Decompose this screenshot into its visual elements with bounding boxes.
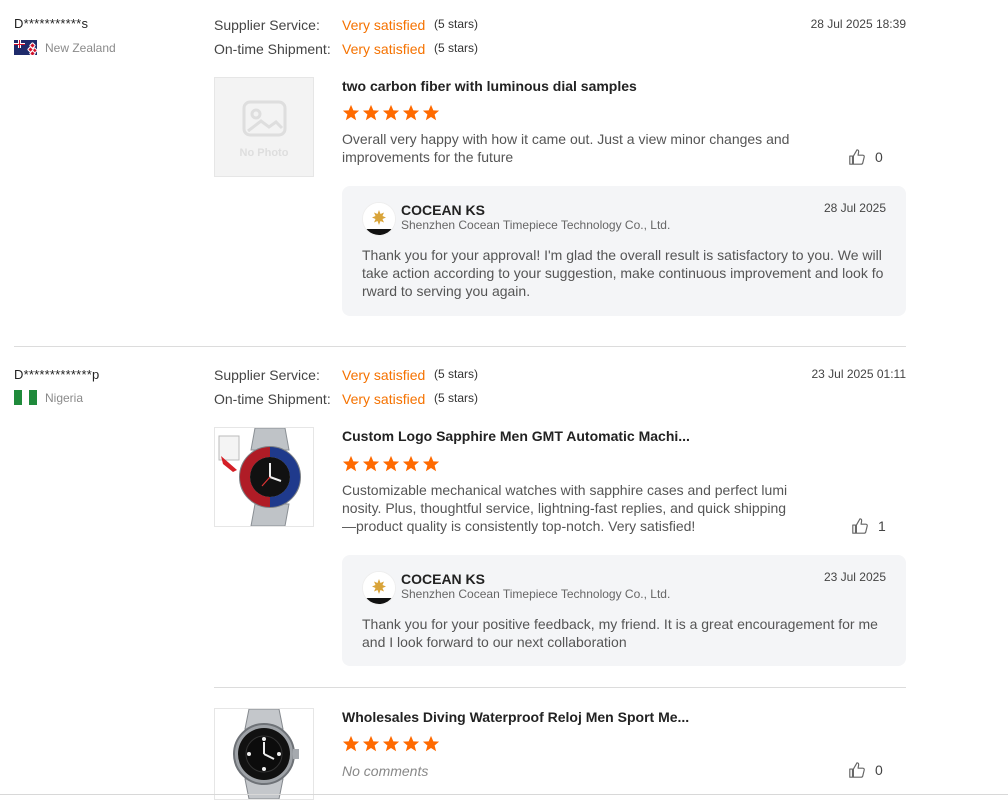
star-icon xyxy=(362,104,380,121)
star-icon xyxy=(382,104,400,121)
star-icon xyxy=(362,455,380,472)
ontime-shipment-rating: On-time Shipment: Very satisfied (5 star… xyxy=(214,41,478,57)
supplier-reply: COCEAN KS Shenzhen Cocean Timepiece Tech… xyxy=(342,186,906,316)
no-photo-text: No Photo xyxy=(240,147,289,159)
star-rating xyxy=(342,455,440,473)
star-icon xyxy=(422,455,440,472)
gmt-watch-product-image xyxy=(215,428,313,526)
reply-text: Thank you for your approval! I'm glad th… xyxy=(362,247,884,299)
thumbs-up-icon xyxy=(852,518,868,534)
reviewer-country: New Zealand xyxy=(14,40,116,55)
star-icon xyxy=(402,455,420,472)
ontime-shipment-label: On-time Shipment: xyxy=(214,41,331,57)
reviewer-country: Nigeria xyxy=(14,390,83,405)
no-photo-placeholder-icon: No Photo xyxy=(215,78,313,176)
supplier-name[interactable]: COCEAN KS xyxy=(401,571,485,587)
star-icon xyxy=(382,455,400,472)
star-icon xyxy=(422,735,440,752)
like-count: 1 xyxy=(878,518,886,534)
supplier-company: Shenzhen Cocean Timepiece Technology Co.… xyxy=(401,218,671,232)
thumbs-up-icon xyxy=(849,762,865,778)
ontime-shipment-stars: (5 stars) xyxy=(434,41,479,55)
country-label: Nigeria xyxy=(45,390,84,405)
supplier-service-value: Very satisfied xyxy=(342,17,426,33)
star-icon xyxy=(422,104,440,121)
star-icon xyxy=(362,735,380,752)
ontime-shipment-rating: On-time Shipment: Very satisfied (5 star… xyxy=(214,391,478,407)
nigeria-flag-icon xyxy=(14,390,37,405)
ontime-shipment-label: On-time Shipment: xyxy=(214,391,331,407)
supplier-logo xyxy=(362,202,396,236)
supplier-logo xyxy=(362,571,396,605)
reviewer-name: D***********s xyxy=(14,16,89,31)
reply-date: 28 Jul 2025 xyxy=(823,201,886,215)
like-button[interactable]: 1 xyxy=(851,517,886,535)
thumbs-up-icon xyxy=(849,149,865,165)
product-title[interactable]: Custom Logo Sapphire Men GMT Automatic M… xyxy=(342,428,690,444)
new-zealand-flag-icon xyxy=(14,40,37,55)
like-button[interactable]: 0 xyxy=(848,761,883,779)
reviewer-name: D*************p xyxy=(14,367,100,382)
like-count: 0 xyxy=(875,762,883,778)
reply-text: Thank you for your positive feedback, my… xyxy=(362,616,878,650)
product-thumbnail[interactable] xyxy=(214,708,314,800)
ontime-shipment-value: Very satisfied xyxy=(342,41,426,57)
star-icon xyxy=(342,104,360,121)
review-date: 28 Jul 2025 18:39 xyxy=(810,17,906,31)
ontime-shipment-value: Very satisfied xyxy=(342,391,426,407)
reply-date: 23 Jul 2025 xyxy=(823,570,886,584)
product-title[interactable]: two carbon fiber with luminous dial samp… xyxy=(342,78,637,94)
supplier-name[interactable]: COCEAN KS xyxy=(401,202,485,218)
diving-watch-product-image xyxy=(215,709,313,799)
supplier-service-label: Supplier Service: xyxy=(214,17,320,33)
supplier-service-stars: (5 stars) xyxy=(434,367,479,381)
review-comment: Overall very happy with how it came out.… xyxy=(342,131,790,165)
like-count: 0 xyxy=(875,149,883,165)
bottom-edge xyxy=(0,794,1008,795)
cocean-logo-icon xyxy=(363,203,395,235)
review-card: D*************p Nigeria Supplier Service… xyxy=(0,347,1008,800)
supplier-service-rating: Supplier Service: Very satisfied (5 star… xyxy=(214,17,478,33)
supplier-reply: COCEAN KS Shenzhen Cocean Timepiece Tech… xyxy=(342,555,906,666)
review-comment: No comments xyxy=(342,763,429,779)
supplier-service-value: Very satisfied xyxy=(342,367,426,383)
review-date: 23 Jul 2025 01:11 xyxy=(811,367,906,381)
star-icon xyxy=(382,735,400,752)
star-icon xyxy=(402,735,420,752)
star-icon xyxy=(342,735,360,752)
star-icon xyxy=(342,455,360,472)
item-divider xyxy=(214,687,906,688)
like-button[interactable]: 0 xyxy=(848,148,883,166)
star-rating xyxy=(342,735,440,753)
star-rating xyxy=(342,104,440,122)
ontime-shipment-stars: (5 stars) xyxy=(434,391,479,405)
product-thumbnail[interactable]: No Photo xyxy=(214,77,314,177)
star-icon xyxy=(402,104,420,121)
review-card: D***********s New Zealand Supplier Servi… xyxy=(0,0,1008,346)
cocean-logo-icon xyxy=(363,572,395,604)
product-title[interactable]: Wholesales Diving Waterproof Reloj Men S… xyxy=(342,709,689,725)
country-label: New Zealand xyxy=(45,40,116,55)
supplier-service-label: Supplier Service: xyxy=(214,367,320,383)
supplier-service-rating: Supplier Service: Very satisfied (5 star… xyxy=(214,367,478,383)
supplier-service-stars: (5 stars) xyxy=(434,17,479,31)
supplier-company: Shenzhen Cocean Timepiece Technology Co.… xyxy=(401,587,671,601)
review-comment: Customizable mechanical watches with sap… xyxy=(342,482,788,534)
product-thumbnail[interactable] xyxy=(214,427,314,527)
